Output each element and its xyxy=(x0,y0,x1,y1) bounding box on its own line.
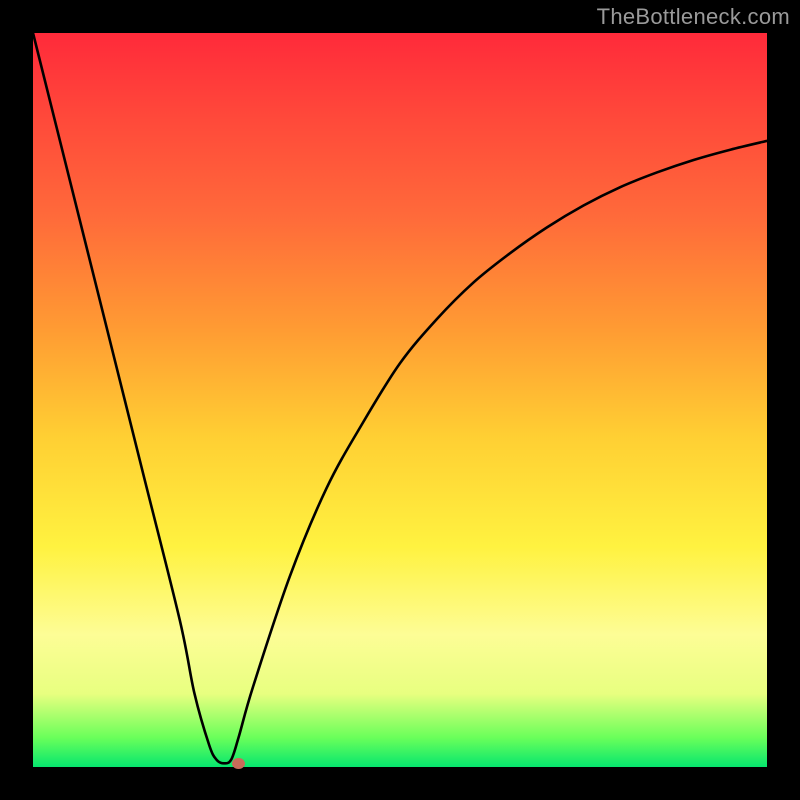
optimum-marker xyxy=(232,758,245,769)
attribution-label: TheBottleneck.com xyxy=(597,4,790,30)
curve-path xyxy=(33,33,767,763)
plot-area xyxy=(33,33,767,767)
bottleneck-curve xyxy=(33,33,767,767)
chart-frame: TheBottleneck.com xyxy=(0,0,800,800)
